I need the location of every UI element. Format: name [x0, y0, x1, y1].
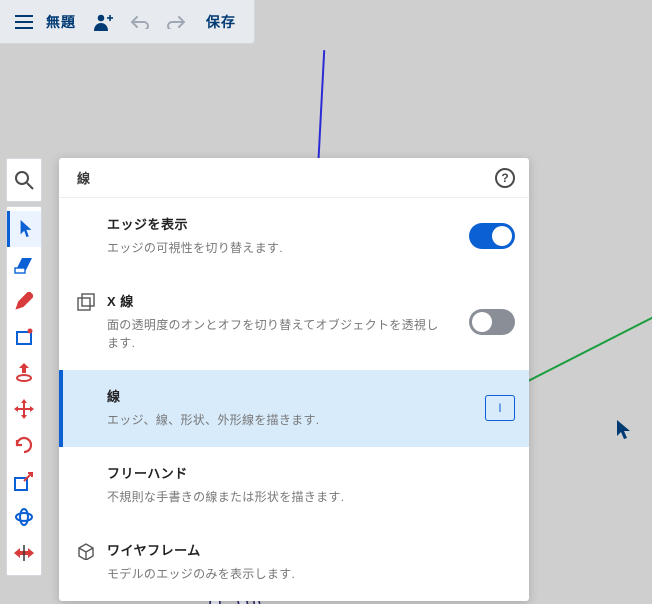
tool-sidebar [6, 206, 42, 576]
row-xray[interactable]: X 線 面の透明度のオンとオフを切り替えてオブジェクトを透視します. [59, 275, 529, 370]
pushpull-tool[interactable] [7, 355, 41, 391]
row-desc: 不規則な手書きの線または形状を描きます. [107, 488, 515, 506]
row-wireframe[interactable]: ワイヤフレーム モデルのエッジのみを表示します. [59, 524, 529, 601]
redo-button[interactable] [158, 4, 194, 40]
shortcut-key: l [485, 395, 515, 421]
select-tool[interactable] [7, 211, 41, 247]
xray-toggle[interactable] [469, 309, 515, 335]
row-title: 線 [107, 386, 465, 405]
rotate-tool[interactable] [7, 427, 41, 463]
menu-button[interactable] [6, 4, 42, 40]
help-button[interactable]: ? [495, 168, 515, 188]
undo-button[interactable] [122, 4, 158, 40]
row-edges[interactable]: エッジを表示 エッジの可視性を切り替えます. [59, 198, 529, 275]
flip-tool[interactable] [7, 535, 41, 571]
top-toolbar: 無題 保存 [0, 0, 255, 44]
document-title: 無題 [42, 12, 86, 32]
row-title: ワイヤフレーム [107, 540, 515, 559]
move-tool[interactable] [7, 391, 41, 427]
line-panel: 線 ? エッジを表示 エッジの可視性を切り替えます. X 線 面の透明度のオンと… [59, 158, 529, 601]
orbit-tool[interactable] [7, 499, 41, 535]
add-user-button[interactable] [86, 4, 122, 40]
cursor-icon [617, 420, 631, 440]
edges-toggle[interactable] [469, 223, 515, 249]
row-desc: エッジの可視性を切り替えます. [107, 239, 449, 257]
row-line[interactable]: 線 エッジ、線、形状、外形線を描きます. l [59, 370, 529, 447]
row-freehand[interactable]: フリーハンド 不規則な手書きの線または形状を描きます. [59, 447, 529, 524]
row-desc: エッジ、線、形状、外形線を描きます. [107, 411, 465, 429]
row-title: エッジを表示 [107, 214, 449, 233]
eraser-tool[interactable] [7, 247, 41, 283]
save-button[interactable]: 保存 [194, 12, 248, 32]
row-desc: 面の透明度のオンとオフを切り替えてオブジェクトを透視します. [107, 316, 449, 352]
wireframe-icon [77, 542, 95, 560]
pencil-tool[interactable] [7, 283, 41, 319]
row-desc: モデルのエッジのみを表示します. [107, 565, 515, 583]
panel-header: 線 ? [59, 158, 529, 198]
search-tool[interactable] [6, 158, 42, 202]
rectangle-tool[interactable] [7, 319, 41, 355]
row-title: フリーハンド [107, 463, 515, 482]
panel-title: 線 [77, 168, 90, 187]
scale-tool[interactable] [7, 463, 41, 499]
xray-icon [77, 293, 95, 311]
row-title: X 線 [107, 291, 449, 310]
